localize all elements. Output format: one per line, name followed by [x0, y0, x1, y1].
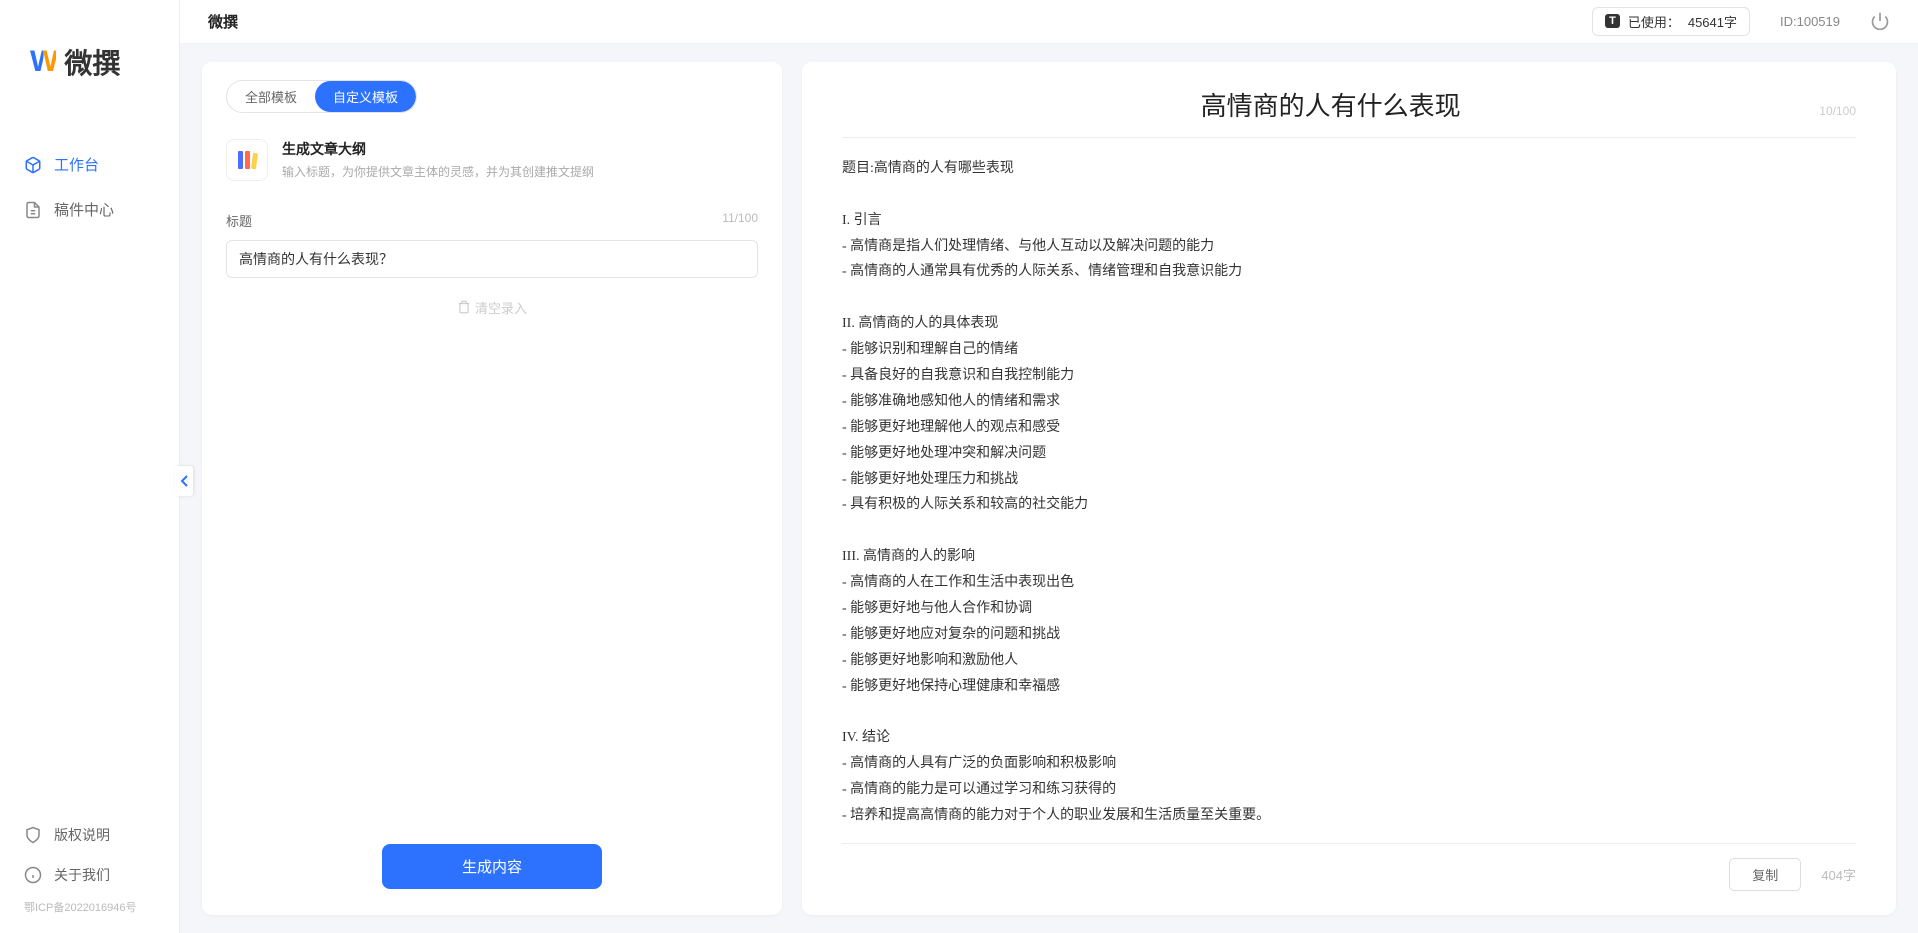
workspace: 全部模板 自定义模板 生成文章大纲 输入标题，为你提供文章主体的灵感，并为其创建… — [180, 44, 1918, 933]
sidebar-bottom: 版权说明 关于我们 鄂ICP备2022016946号 — [0, 815, 179, 933]
usage-badge[interactable]: T 已使用： 45641字 — [1592, 7, 1750, 36]
sidebar-item-label: 工作台 — [54, 154, 99, 175]
template-info: 生成文章大纲 输入标题，为你提供文章主体的灵感，并为其创建推文提纲 — [282, 139, 594, 180]
document-icon — [24, 201, 42, 219]
sidebar-collapse-handle[interactable] — [175, 466, 193, 496]
user-id: ID:100519 — [1780, 14, 1840, 29]
sidebar-nav: 工作台 稿件中心 — [0, 102, 179, 815]
copy-button[interactable]: 复制 — [1729, 858, 1801, 891]
sidebar-item-drafts[interactable]: 稿件中心 — [0, 187, 179, 232]
main: 微撰 T 已使用： 45641字 ID:100519 全部模板 自定义模板 — [180, 0, 1918, 933]
topbar: 微撰 T 已使用： 45641字 ID:100519 — [180, 0, 1918, 44]
field-label: 标题 — [226, 211, 252, 230]
logo: W 微撰 — [0, 0, 179, 102]
sidebar: W 微撰 工作台 稿件中心 版权说明 关于我们 — [0, 0, 180, 933]
title-input[interactable] — [226, 240, 758, 278]
usage-value: 45641字 — [1688, 12, 1737, 31]
title-field: 标题 11/100 — [226, 211, 758, 278]
sidebar-item-label: 稿件中心 — [54, 199, 114, 220]
result-title-row: 高情商的人有什么表现 10/100 — [842, 86, 1856, 138]
books-icon — [226, 139, 268, 181]
sidebar-item-about[interactable]: 关于我们 — [0, 855, 179, 895]
chevron-left-icon — [179, 474, 189, 488]
shield-icon — [24, 826, 42, 844]
logo-text: 微撰 — [64, 42, 120, 82]
cube-icon — [24, 156, 42, 174]
result-footer: 复制 404字 — [842, 843, 1856, 891]
panel-left: 全部模板 自定义模板 生成文章大纲 输入标题，为你提供文章主体的灵感，并为其创建… — [202, 62, 782, 915]
result-body[interactable]: 题目:高情商的人有哪些表现 I. 引言 - 高情商是指人们处理情绪、与他人互动以… — [842, 156, 1856, 829]
sidebar-item-copyright[interactable]: 版权说明 — [0, 815, 179, 855]
generate-button[interactable]: 生成内容 — [382, 844, 602, 889]
panel-left-footer: 生成内容 — [226, 844, 758, 897]
template-title: 生成文章大纲 — [282, 139, 594, 159]
template-tabs: 全部模板 自定义模板 — [226, 80, 417, 113]
logo-icon: W — [30, 45, 56, 79]
sidebar-item-workbench[interactable]: 工作台 — [0, 142, 179, 187]
tab-custom-templates[interactable]: 自定义模板 — [315, 81, 416, 112]
template-card: 生成文章大纲 输入标题，为你提供文章主体的灵感，并为其创建推文提纲 — [226, 139, 758, 181]
sidebar-item-label: 版权说明 — [54, 825, 110, 845]
sidebar-item-label: 关于我们 — [54, 865, 110, 885]
panel-right: 高情商的人有什么表现 10/100 题目:高情商的人有哪些表现 I. 引言 - … — [802, 62, 1896, 915]
result-title: 高情商的人有什么表现 — [842, 86, 1819, 123]
t-icon: T — [1605, 14, 1620, 28]
usage-label: 已使用： — [1628, 12, 1680, 31]
trash-icon — [457, 300, 471, 314]
template-subtitle: 输入标题，为你提供文章主体的灵感，并为其创建推文提纲 — [282, 163, 594, 180]
tab-all-templates[interactable]: 全部模板 — [227, 81, 315, 112]
page-title: 微撰 — [208, 11, 238, 32]
clear-button[interactable]: 清空录入 — [226, 298, 758, 317]
result-title-count: 10/100 — [1819, 104, 1856, 118]
char-count: 404字 — [1821, 865, 1856, 884]
power-icon[interactable] — [1870, 11, 1890, 31]
topbar-right: T 已使用： 45641字 ID:100519 — [1592, 7, 1890, 36]
clear-label: 清空录入 — [475, 298, 527, 317]
info-icon — [24, 866, 42, 884]
icp-text: 鄂ICP备2022016946号 — [0, 895, 179, 919]
field-count: 11/100 — [722, 211, 758, 230]
